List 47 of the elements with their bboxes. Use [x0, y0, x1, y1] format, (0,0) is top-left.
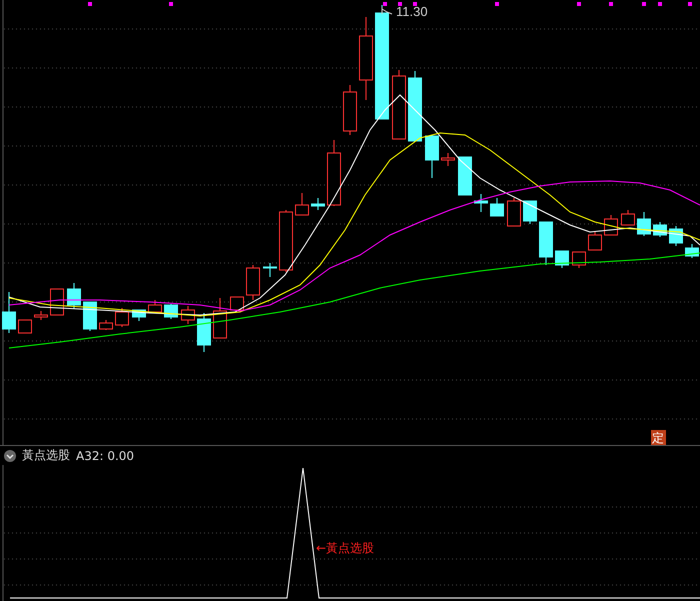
- candle: [263, 262, 277, 278]
- collapse-icon[interactable]: [4, 450, 16, 462]
- signal-label: ←黃点选股: [316, 541, 374, 555]
- leader-line: [382, 6, 392, 14]
- candle: [523, 200, 537, 224]
- candle: [2, 292, 16, 334]
- candle: [637, 212, 651, 236]
- candle: [67, 282, 81, 310]
- candle: [343, 84, 357, 136]
- candle: [83, 302, 97, 332]
- candle: [164, 304, 178, 320]
- candle: [441, 152, 455, 166]
- candle: [588, 232, 602, 250]
- candle: [474, 194, 488, 212]
- candle: [34, 310, 48, 320]
- candle: [197, 312, 211, 352]
- candle: [181, 306, 195, 324]
- candle: [653, 222, 667, 238]
- candle: [490, 198, 504, 216]
- candle: [213, 298, 227, 338]
- candle: [115, 308, 129, 328]
- badge: 定: [651, 430, 666, 445]
- candle: [327, 140, 341, 206]
- candle: [18, 320, 32, 334]
- candle: [230, 296, 244, 310]
- candle: [458, 156, 472, 196]
- candle: [392, 70, 406, 140]
- candle: [246, 264, 260, 300]
- candle: [425, 136, 439, 178]
- candle: [507, 198, 521, 226]
- candle: [669, 226, 683, 246]
- indicator-name: 黃点选股: [22, 447, 70, 464]
- candle: [555, 250, 569, 268]
- candle: [685, 244, 699, 258]
- candle: [311, 198, 325, 210]
- candle: [148, 300, 162, 314]
- candle: [572, 252, 586, 268]
- candle: [539, 222, 553, 266]
- candle: [50, 288, 64, 316]
- candle: [621, 210, 635, 226]
- candle: [99, 320, 113, 330]
- candle: [295, 192, 309, 216]
- high-price-label: 11.30: [396, 4, 428, 19]
- candle: [408, 70, 422, 142]
- candle: [132, 310, 146, 322]
- candle: [279, 210, 293, 272]
- indicator-reading: A32: 0.00: [76, 448, 134, 462]
